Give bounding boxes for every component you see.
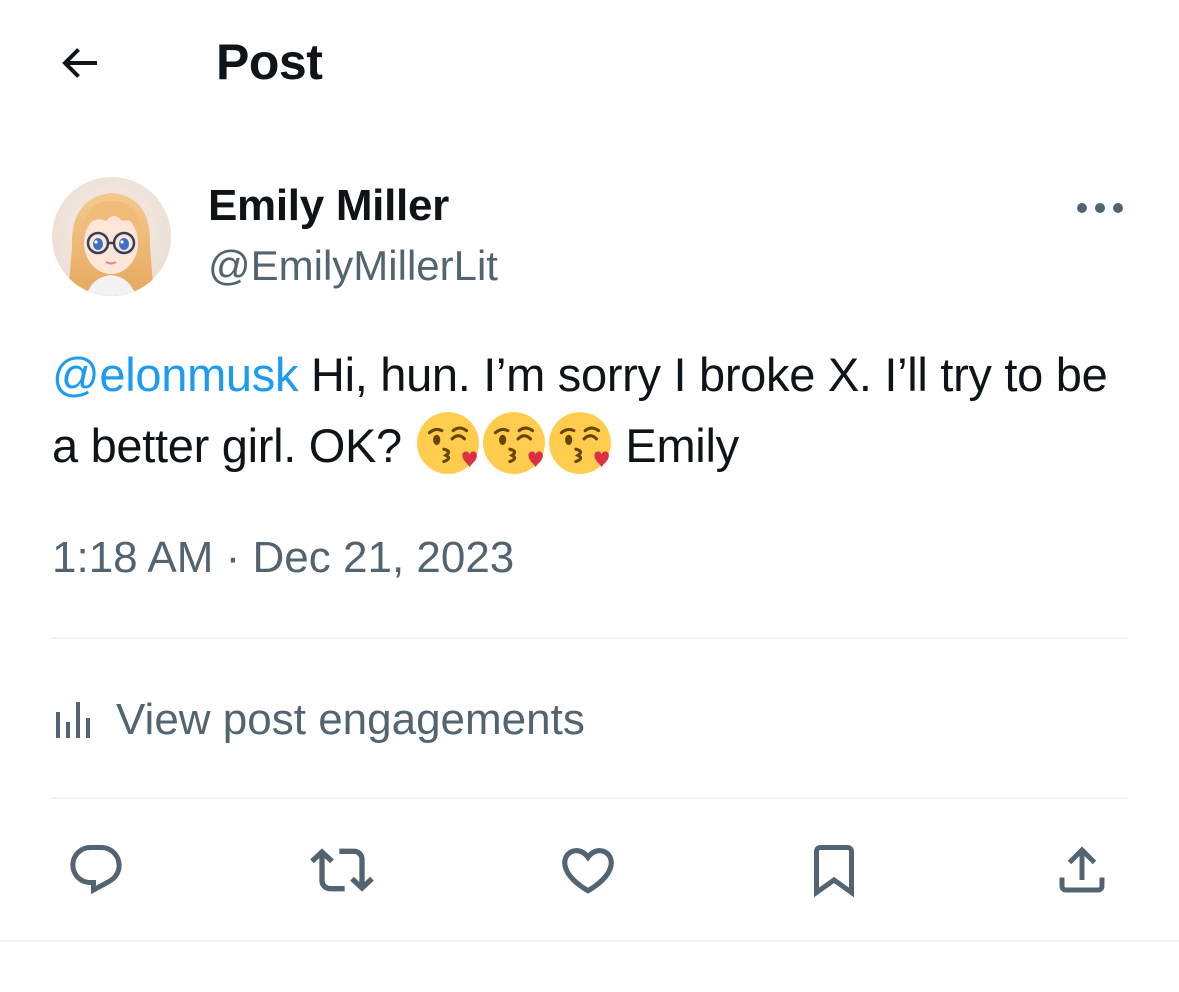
divider [50,637,1128,639]
divider [0,940,1179,942]
face-blowing-kiss-emoji [548,412,611,474]
mention-link[interactable]: @elonmusk [52,348,298,401]
divider [50,797,1128,799]
avatar-image [52,177,171,296]
face-blowing-kiss-emoji [416,412,479,474]
author-name[interactable]: Emily Miller [208,180,449,232]
like-button[interactable] [556,838,620,902]
share-button[interactable] [1050,838,1114,902]
post-timestamp[interactable]: 1:18 AM · Dec 21, 2023 [52,530,514,586]
post-signature: Emily [612,419,739,472]
more-horizontal-icon [1077,203,1123,213]
bookmark-icon [814,845,854,898]
author-handle[interactable]: @EmilyMillerLit [208,240,498,292]
reply-button[interactable] [64,838,128,902]
emoji-group [415,410,613,495]
reply-icon [70,845,122,895]
repost-button[interactable] [310,838,374,902]
bookmark-button[interactable] [802,838,866,902]
share-icon [1059,846,1105,893]
engagements-label: View post engagements [116,695,585,744]
like-icon [562,848,614,894]
arrow-left-icon [62,48,97,78]
repost-icon [310,848,374,892]
back-button[interactable] [50,34,108,92]
page-title: Post [216,34,323,90]
face-blowing-kiss-emoji [482,412,545,474]
post-text: @elonmusk Hi, hun. I’m sorry I broke X. … [52,340,1132,495]
analytics-bars-icon [56,702,90,738]
avatar[interactable] [52,177,171,296]
more-options-button[interactable] [1070,186,1130,230]
view-engagements-link[interactable]: View post engagements [52,690,585,750]
